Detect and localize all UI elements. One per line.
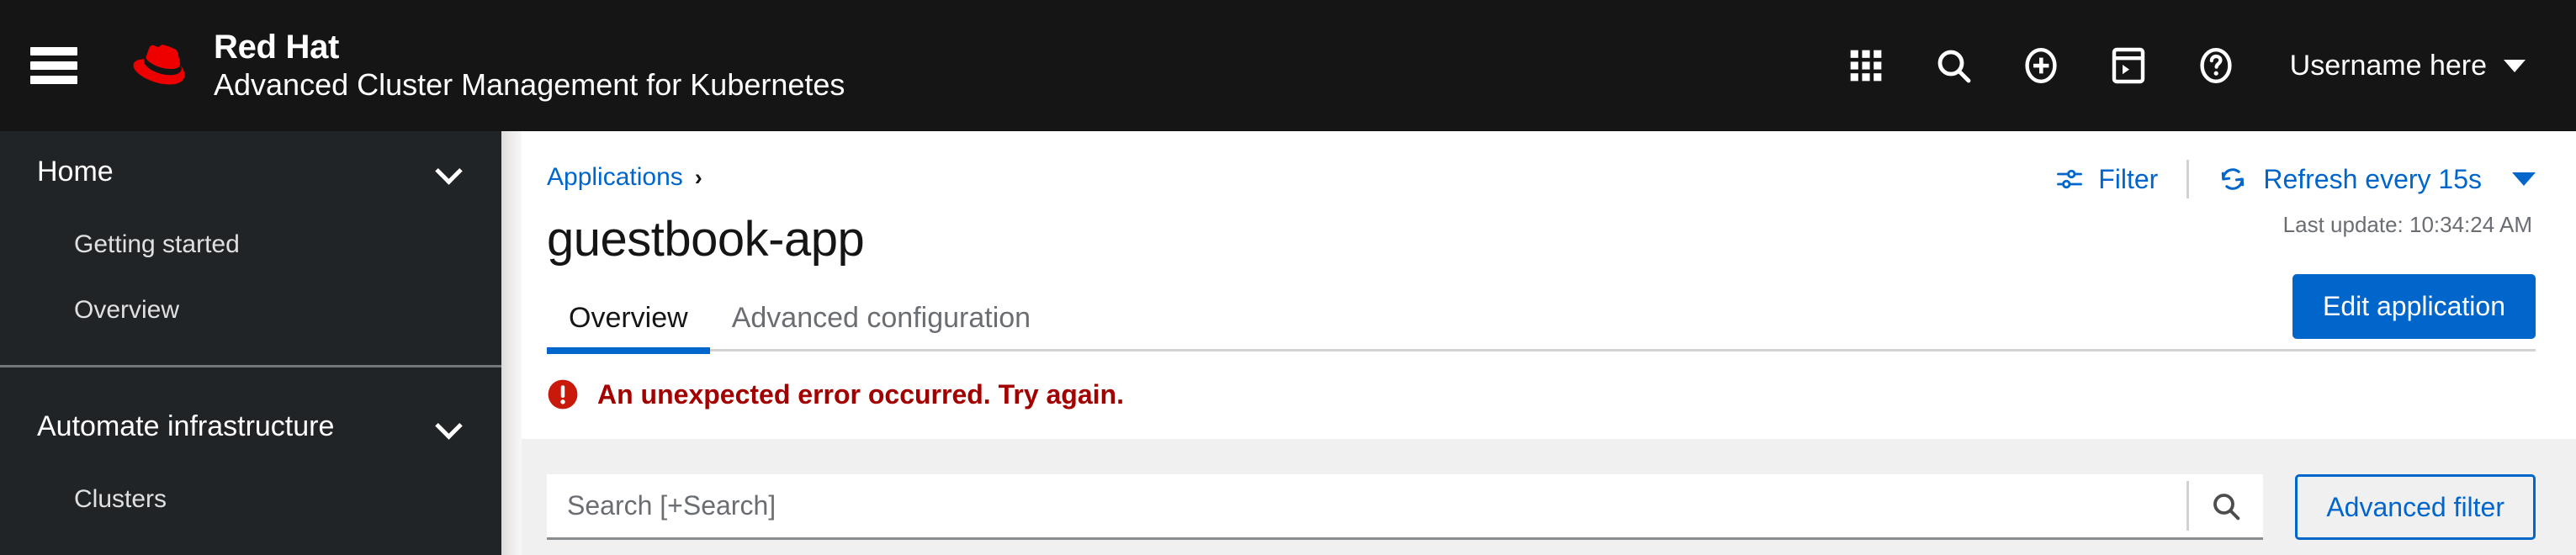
sidebar-navigation: Home Getting started Overview Automate i… [0,131,501,555]
advanced-filter-button[interactable]: Advanced filter [2295,474,2536,540]
chevron-down-icon [437,415,461,438]
tab-label: Overview [569,302,688,334]
brand-text: Red Hat Advanced Cluster Management for … [214,29,845,103]
search-input[interactable] [547,474,2187,537]
page-header: Applications › guestbook-app Overview Ad… [501,131,2576,354]
breadcrumb-link-applications[interactable]: Applications [547,163,683,192]
sidebar-item-clusters[interactable]: Clusters [0,467,501,532]
help-icon[interactable] [2172,22,2260,109]
filter-button[interactable]: Filter [2054,164,2186,195]
sidebar-item-getting-started[interactable]: Getting started [0,212,501,278]
search-submit-button[interactable] [2189,474,2263,537]
sidebar-item-automate-infrastructure[interactable]: Automate infrastructure [0,386,501,467]
tab-list: Overview Advanced configuration [547,291,2536,354]
refresh-label: Refresh every 15s [2263,163,2482,194]
sidebar-item-label: Getting started [74,230,240,258]
sidebar-group-label: Home [37,155,114,188]
search-icon [2213,493,2240,520]
page-header-inner: Applications › guestbook-app Overview Ad… [501,131,2576,354]
search-group [547,474,2264,540]
console-icon[interactable] [2085,22,2172,109]
search-toolbar: Advanced filter [501,439,2576,555]
chevron-down-icon [437,160,461,183]
hamburger-bar [30,47,77,56]
hamburger-bar [30,61,77,70]
sidebar-divider [0,365,501,367]
tab-label: Advanced configuration [731,302,1031,334]
edit-application-button[interactable]: Edit application [2292,274,2536,339]
sidebar-item-home[interactable]: Home [0,131,501,212]
hamburger-menu-icon[interactable] [30,47,77,84]
refresh-interval-button[interactable]: Refresh every 15s [2189,164,2536,195]
plus-circle-icon[interactable] [1997,22,2085,109]
filter-label: Filter [2098,163,2159,194]
page-toolbar: Filter Refresh every 15s Last update: 10… [2054,160,2536,238]
sidebar-item-overview[interactable]: Overview [0,278,501,343]
application-launcher-icon[interactable] [1822,22,1910,109]
sidebar-item-label: Clusters [74,485,167,513]
masthead-toolbar: Username here [1822,22,2532,109]
brand-name: Red Hat [214,29,340,66]
alert-banner: An unexpected error occurred. Try again. [501,352,2576,439]
plus-circle-glyph [2025,48,2057,83]
user-menu[interactable]: Username here [2290,50,2526,82]
username-label: Username here [2289,49,2487,82]
search-icon[interactable] [1910,22,1997,109]
brand[interactable]: Red Hat Advanced Cluster Management for … [133,29,845,103]
chevron-down-icon [2504,59,2526,72]
sync-icon [2222,168,2245,190]
sidebar-group-home: Home Getting started Overview [0,131,501,343]
main-content: Applications › guestbook-app Overview Ad… [501,131,2576,555]
sidebar-item-label: Overview [74,296,180,324]
tab-advanced-configuration[interactable]: Advanced configuration [710,302,1052,352]
breadcrumb-separator-icon: › [694,164,702,190]
page-body: Home Getting started Overview Automate i… [0,131,2576,555]
tab-overview[interactable]: Overview [547,302,710,354]
hamburger-bar [30,76,77,84]
sidebar-group-automate-infrastructure: Automate infrastructure Clusters [0,386,501,532]
question-circle-glyph [2200,48,2232,83]
red-hat-logo-icon [133,45,185,85]
filter-sliders-icon [2057,169,2083,189]
masthead: Red Hat Advanced Cluster Management for … [0,0,2576,131]
sidebar-group-label: Automate infrastructure [37,410,335,442]
product-name: Advanced Cluster Management for Kubernet… [214,67,845,102]
chevron-down-icon [2512,172,2536,186]
application-root: Red Hat Advanced Cluster Management for … [0,0,2576,555]
grid-glyph [1850,50,1881,82]
alert-message: An unexpected error occurred. Try again. [597,378,1124,410]
terminal-glyph [2112,47,2144,84]
content-scrollbar[interactable] [501,131,522,555]
page-toolbar-row: Filter Refresh every 15s [2054,160,2536,198]
error-circle-icon [548,379,578,410]
last-update-text: Last update: 10:34:24 AM [2282,212,2532,237]
magnifier-glyph [1937,50,1971,83]
